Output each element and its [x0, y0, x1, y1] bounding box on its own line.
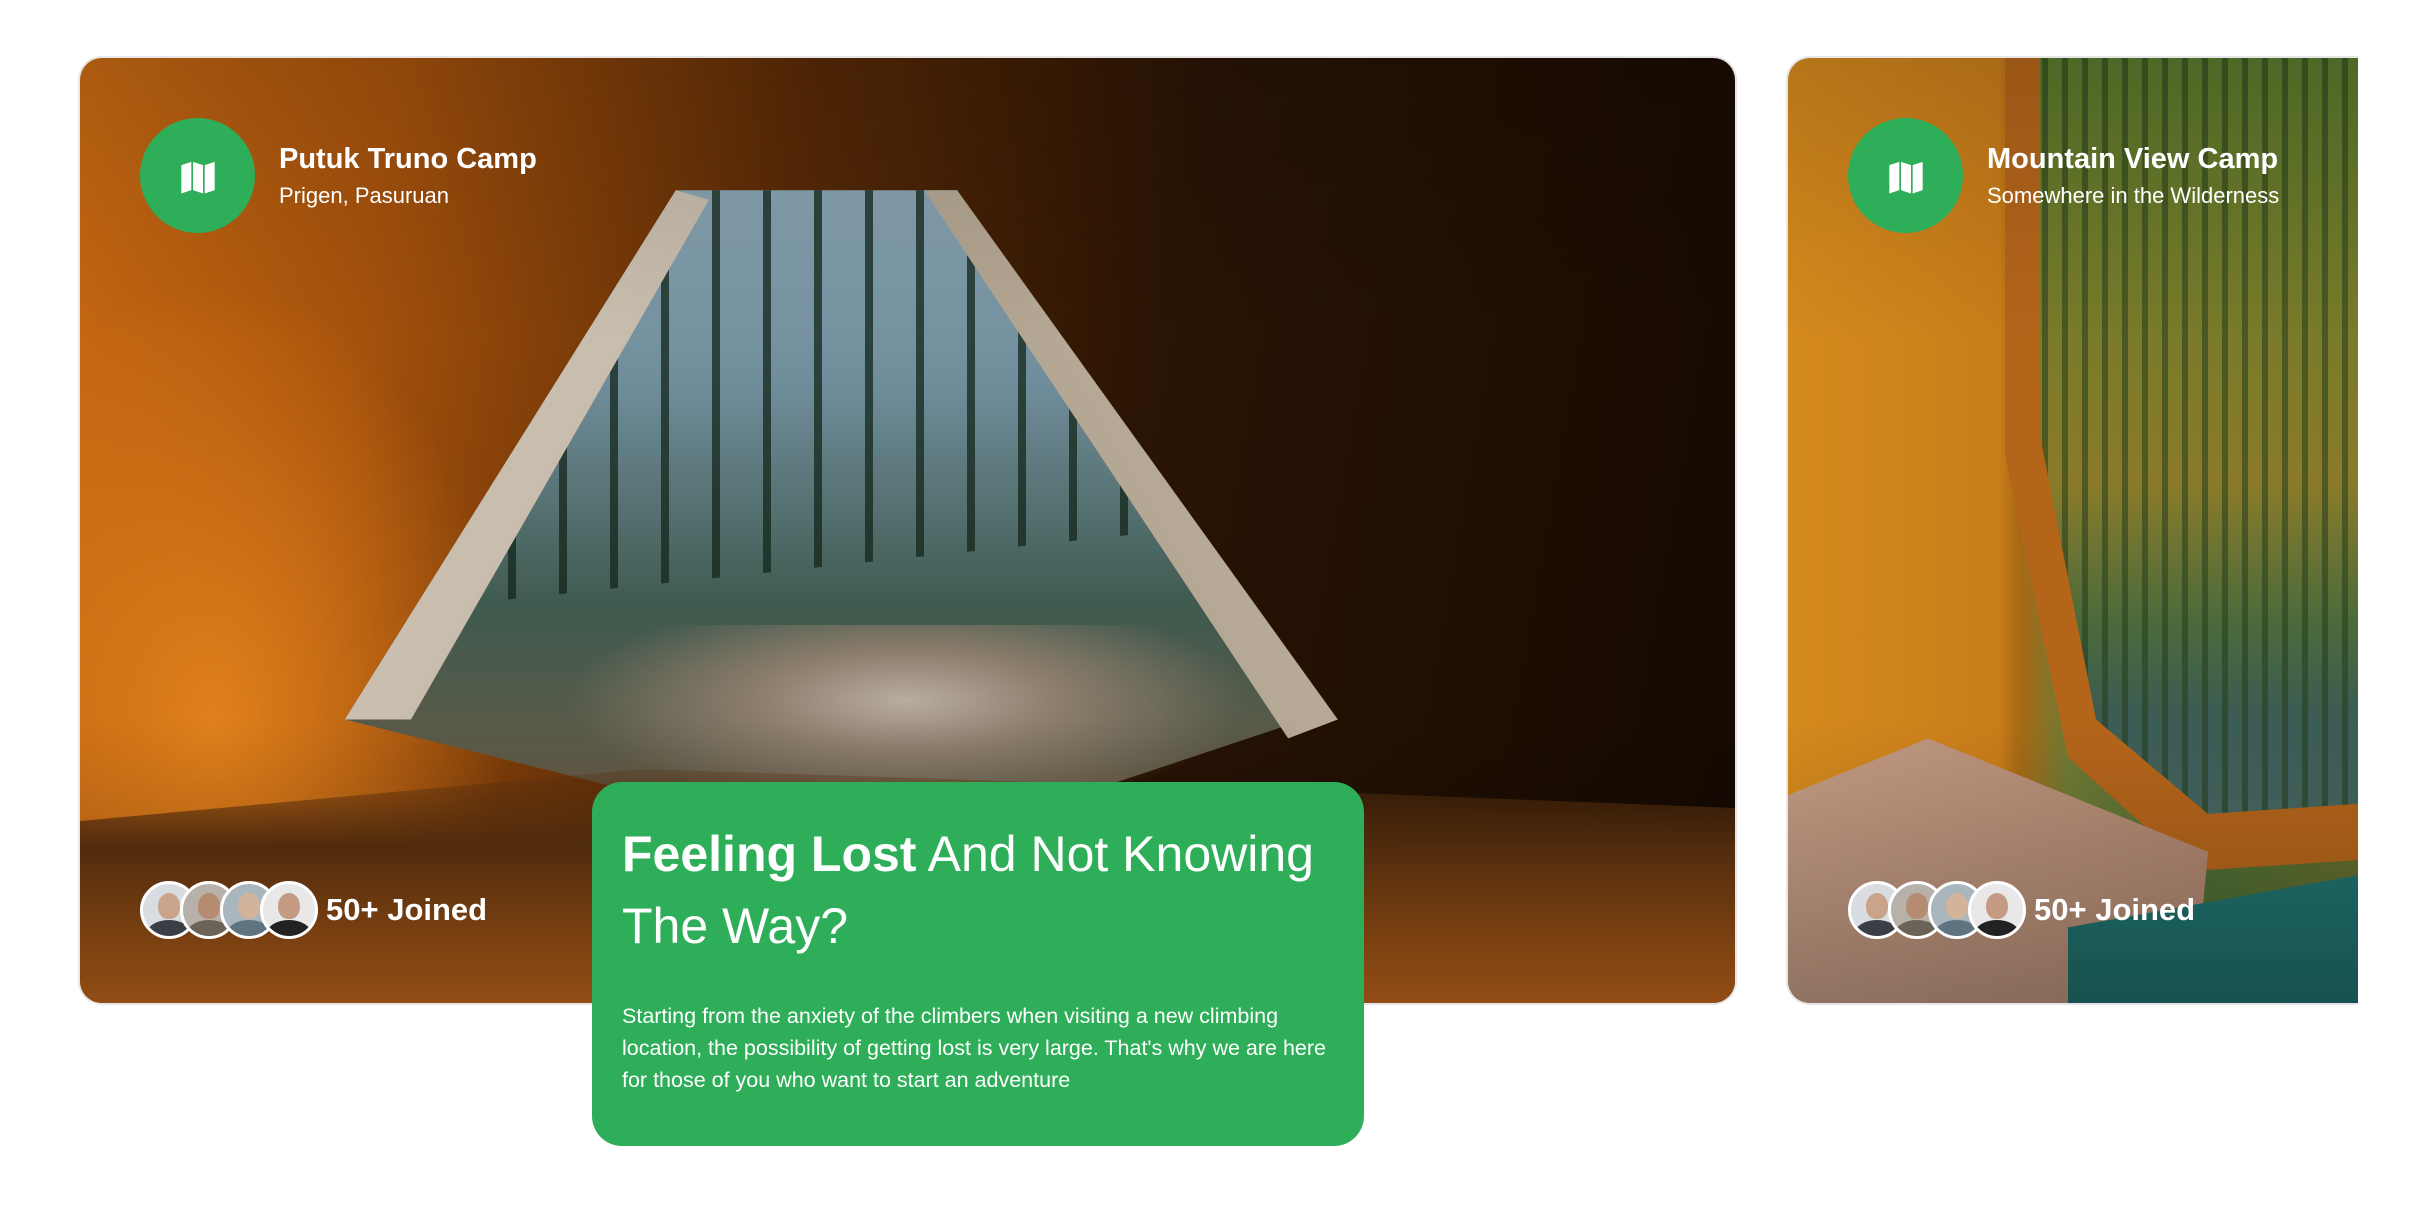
camp-location-header: Mountain View Camp Somewhere in the Wild… — [1848, 118, 2279, 233]
map-icon[interactable] — [1848, 118, 1963, 233]
joined-members: 50+ Joined — [140, 881, 487, 939]
camp-location: Somewhere in the Wilderness — [1987, 182, 2280, 208]
joined-count: 50+ Joined — [326, 892, 488, 927]
info-title-bold: Feeling Lost — [622, 826, 917, 882]
avatar — [1968, 881, 2026, 939]
avatar — [260, 881, 318, 939]
map-icon[interactable] — [140, 118, 255, 233]
joined-members: 50+ Joined — [1848, 881, 2195, 939]
joined-count: 50+ Joined — [2034, 892, 2196, 927]
info-panel: Feeling Lost And Not Knowing The Way? St… — [592, 782, 1364, 1146]
camp-card-mountain-view[interactable]: Mountain View Camp Somewhere in the Wild… — [1788, 58, 2358, 1003]
avatar-group — [140, 881, 318, 939]
camp-location: Prigen, Pasuruan — [279, 182, 449, 208]
info-title: Feeling Lost And Not Knowing The Way? — [622, 818, 1334, 962]
camp-location-header: Putuk Truno Camp Prigen, Pasuruan — [140, 118, 537, 233]
avatar-group — [1848, 881, 2026, 939]
camp-title: Putuk Truno Camp — [279, 142, 537, 175]
page: Putuk Truno Camp Prigen, Pasuruan 50+ Jo… — [0, 0, 2421, 1221]
info-body: Starting from the anxiety of the climber… — [622, 1004, 1326, 1092]
camp-title: Mountain View Camp — [1987, 142, 2279, 175]
